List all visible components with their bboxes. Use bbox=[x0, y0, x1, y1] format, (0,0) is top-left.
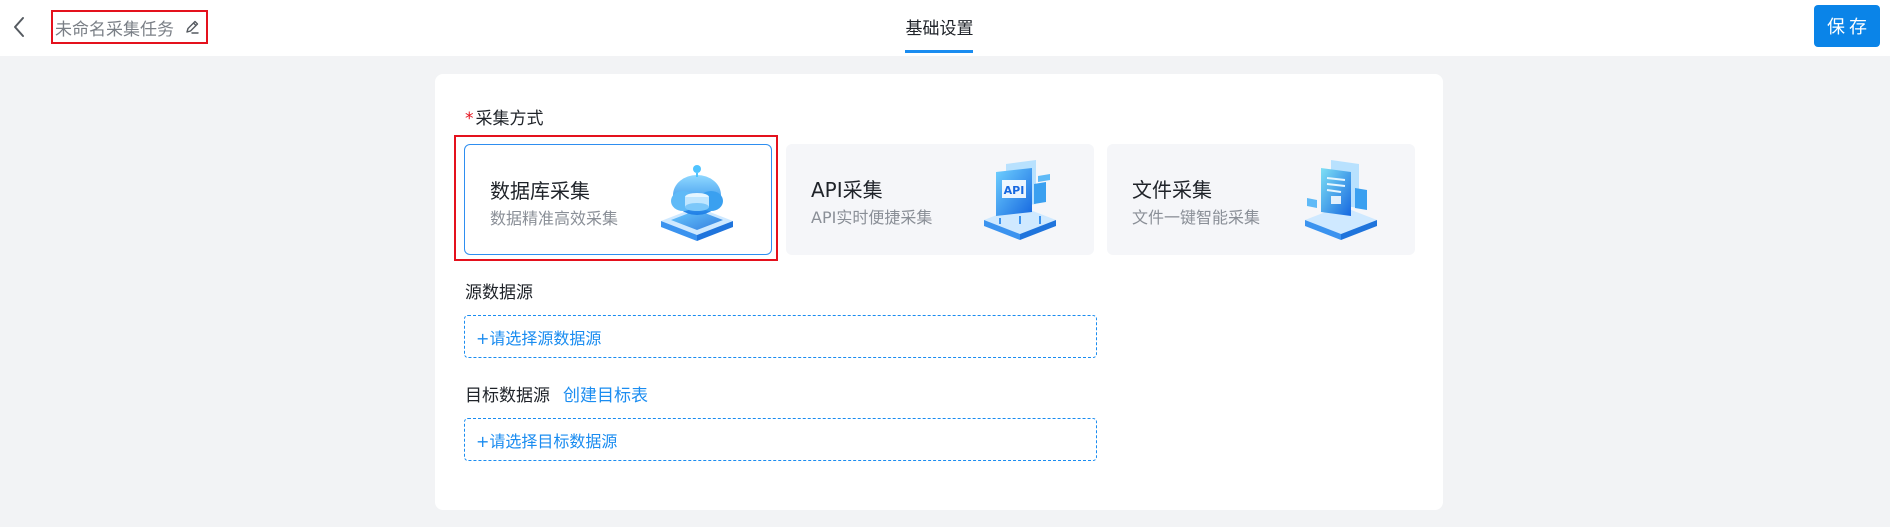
file-icon bbox=[1305, 160, 1377, 240]
select-source-datasource[interactable]: +请选择源数据源 bbox=[464, 315, 1097, 358]
option-card-file[interactable]: 文件采集 文件一键智能采集 bbox=[1107, 144, 1415, 255]
select-target-datasource[interactable]: +请选择目标数据源 bbox=[464, 418, 1097, 461]
option-card-database[interactable]: 数据库采集 数据精准高效采集 bbox=[464, 144, 772, 255]
option-title: 文件采集 bbox=[1132, 178, 1212, 202]
collection-method-label: * 采集方式 bbox=[465, 104, 544, 129]
task-name-text: 未命名采集任务 bbox=[55, 19, 174, 40]
option-card-api[interactable]: API采集 API实时便捷采集 API bbox=[786, 144, 1094, 255]
option-subtitle: API实时便捷采集 bbox=[811, 208, 933, 227]
task-name-field[interactable]: 未命名采集任务 bbox=[51, 10, 208, 44]
option-subtitle: 数据精准高效采集 bbox=[490, 209, 619, 228]
pencil-icon[interactable] bbox=[184, 19, 200, 35]
save-button[interactable]: 保存 bbox=[1814, 5, 1880, 47]
back-button[interactable] bbox=[6, 14, 32, 40]
tab-basic-settings[interactable]: 基础设置 bbox=[905, 0, 974, 53]
option-subtitle: 文件一键智能采集 bbox=[1132, 208, 1261, 227]
create-target-table-link[interactable]: 创建目标表 bbox=[563, 381, 648, 406]
chevron-left-icon bbox=[14, 17, 24, 37]
source-datasource-label: 源数据源 bbox=[465, 283, 533, 303]
collection-method-label-text: 采集方式 bbox=[475, 109, 544, 129]
option-title: 数据库采集 bbox=[490, 179, 590, 203]
top-bar: 未命名采集任务 基础设置 保存 bbox=[0, 0, 1890, 56]
required-mark: * bbox=[465, 109, 474, 129]
target-datasource-label: 目标数据源 bbox=[465, 386, 550, 406]
option-title: API采集 bbox=[811, 178, 883, 202]
svg-text:API: API bbox=[1004, 184, 1025, 197]
database-cloud-icon bbox=[661, 165, 733, 241]
active-tab-indicator bbox=[905, 50, 973, 53]
api-icon: API bbox=[984, 160, 1056, 240]
